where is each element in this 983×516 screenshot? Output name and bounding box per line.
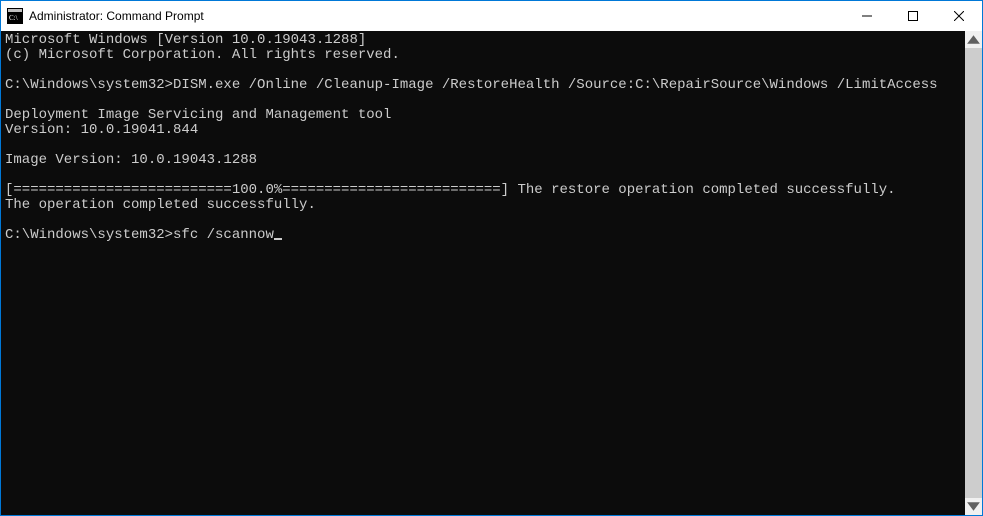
svg-text:C:\: C:\ — [9, 14, 18, 22]
scrollbar-track[interactable] — [965, 48, 982, 498]
cmd-icon: C:\ — [7, 8, 23, 24]
titlebar[interactable]: C:\ Administrator: Command Prompt — [1, 1, 982, 31]
vertical-scrollbar[interactable] — [965, 31, 982, 515]
scroll-up-button[interactable] — [965, 31, 982, 48]
command-prompt-window: C:\ Administrator: Command Prompt Micros… — [0, 0, 983, 516]
close-button[interactable] — [936, 1, 982, 31]
window-controls — [844, 1, 982, 31]
terminal[interactable]: Microsoft Windows [Version 10.0.19043.12… — [1, 31, 965, 515]
text-cursor — [274, 238, 282, 240]
window-title: Administrator: Command Prompt — [29, 9, 204, 23]
maximize-button[interactable] — [890, 1, 936, 31]
minimize-button[interactable] — [844, 1, 890, 31]
scroll-down-button[interactable] — [965, 498, 982, 515]
terminal-area: Microsoft Windows [Version 10.0.19043.12… — [1, 31, 982, 515]
scrollbar-thumb[interactable] — [965, 48, 982, 498]
